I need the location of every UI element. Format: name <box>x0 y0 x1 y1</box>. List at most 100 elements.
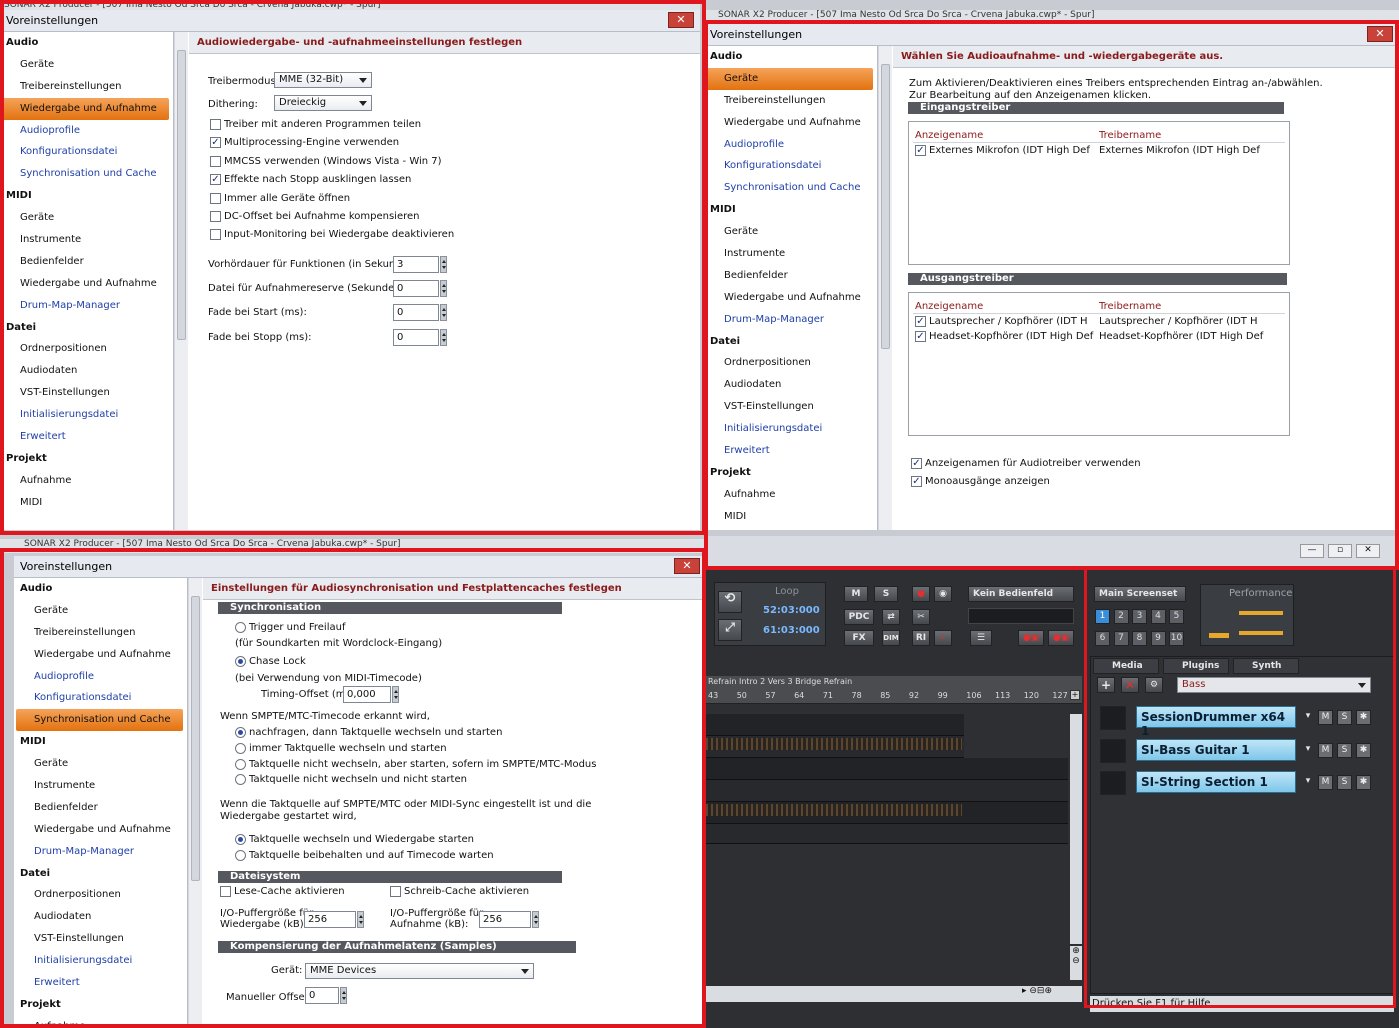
synth-props-icon-0[interactable]: ✱ <box>1356 710 1371 725</box>
field-spinner-0[interactable] <box>440 256 447 273</box>
record-arm-button[interactable]: ● <box>912 586 930 602</box>
close-button[interactable]: ✕ <box>674 558 700 574</box>
field-input-1[interactable]: 0 <box>393 280 439 298</box>
synth-icon-2[interactable] <box>1100 771 1126 795</box>
sidebar-item-0-4[interactable]: Konfigurationsdatei <box>14 687 187 709</box>
manual-offset-spinner[interactable] <box>340 987 347 1004</box>
surface-list-icon[interactable]: ☰ <box>970 630 992 646</box>
input-echo-button[interactable]: ◉ <box>934 586 952 602</box>
sidebar-item-1-1[interactable]: Instrumente <box>14 775 187 797</box>
screenset-key-8[interactable]: 8 <box>1132 631 1147 646</box>
sidebar-item-2-0[interactable]: Ordnerpositionen <box>704 352 877 374</box>
sidebar-item-1-1[interactable]: Instrumente <box>0 229 173 251</box>
sidebar-item-3-1[interactable]: MIDI <box>704 506 877 528</box>
synth-mute-0[interactable]: M <box>1318 710 1333 725</box>
sidebar-item-1-4[interactable]: Drum-Map-Manager <box>14 841 187 863</box>
surface-record-icon[interactable]: ●▣ <box>1048 630 1074 646</box>
minimize-button[interactable]: — <box>1300 544 1324 558</box>
clock-radio-0[interactable] <box>235 834 246 845</box>
surface-lock-icon[interactable]: ●▣ <box>1018 630 1044 646</box>
option-checkbox-3[interactable]: ✓ <box>210 174 221 186</box>
col-display-name[interactable]: Anzeigename <box>915 301 983 312</box>
field-input-2[interactable]: 0 <box>393 304 439 322</box>
sidebar-item-3-0[interactable]: Aufnahme <box>704 484 877 506</box>
io-rec-input[interactable]: 256 <box>479 911 531 928</box>
browser-tab-media[interactable]: Media <box>1093 658 1159 674</box>
timing-offset-input[interactable]: 0,000 <box>343 686 391 703</box>
sidebar-scrollbar[interactable] <box>878 46 892 530</box>
loop-start-time[interactable]: 52:03:000 <box>763 605 820 616</box>
field-input-0[interactable]: 3 <box>393 256 439 273</box>
sidebar-item-0-3[interactable]: Audioprofile <box>0 120 173 142</box>
option-checkbox-4[interactable] <box>210 192 221 204</box>
synth-props-icon[interactable]: ⚙ <box>1145 677 1163 693</box>
loop-end-time[interactable]: 61:03:000 <box>763 625 820 636</box>
track-lane-1[interactable] <box>706 714 964 736</box>
sidebar-item-3-0[interactable]: Aufnahme <box>0 470 173 492</box>
sidebar-item-2-2[interactable]: VST-Einstellungen <box>14 928 187 950</box>
sidebar-item-0-1[interactable]: Treibereinstellungen <box>0 76 173 98</box>
screenset-key-5[interactable]: 5 <box>1169 609 1184 624</box>
snap-button[interactable]: ✂ <box>912 609 930 625</box>
track-hscroll[interactable]: ▸ ⊖⊟⊕ <box>706 986 1082 1002</box>
sidebar-item-1-3[interactable]: Wiedergabe und Aufnahme <box>14 819 187 841</box>
track-lane-4[interactable] <box>706 780 1068 802</box>
synth-name-0[interactable]: SessionDrummer x64 1 <box>1136 706 1296 738</box>
screenset-key-6[interactable]: 6 <box>1095 631 1110 646</box>
close-button[interactable]: ✕ <box>668 12 694 28</box>
smpte-radio-0[interactable] <box>235 727 246 738</box>
add-synth-button[interactable]: + <box>1097 677 1115 693</box>
sidebar-item-1-1[interactable]: Instrumente <box>704 243 877 265</box>
col-driver-name[interactable]: Treibername <box>1099 130 1161 141</box>
close-button[interactable]: ✕ <box>1367 26 1393 42</box>
sidebar-item-0-2[interactable]: Wiedergabe und Aufnahme <box>2 97 169 120</box>
field-spinner-1[interactable] <box>440 280 447 298</box>
maximize-button[interactable]: ▫ <box>1328 544 1352 558</box>
io-rec-spinner[interactable] <box>532 911 539 928</box>
show-mono-outputs-checkbox[interactable]: ✓ <box>911 476 922 487</box>
solo-all-button[interactable]: S <box>874 586 898 602</box>
clock-radio-1[interactable] <box>235 849 246 861</box>
col-driver-name[interactable]: Treibername <box>1099 301 1161 312</box>
driver-display-name-0[interactable]: Lautsprecher / Kopfhörer (IDT H <box>929 316 1088 327</box>
track-lane-6[interactable] <box>706 824 1068 844</box>
sidebar-item-1-0[interactable]: Geräte <box>704 221 877 243</box>
smpte-radio-3[interactable] <box>235 774 246 786</box>
timing-offset-spinner[interactable] <box>392 686 399 703</box>
io-play-input[interactable]: 256 <box>304 911 356 928</box>
control-surface-select[interactable]: Kein Bedienfeld <box>968 586 1074 602</box>
sidebar-item-3-1[interactable]: MIDI <box>0 492 173 514</box>
sidebar-item-0-3[interactable]: Audioprofile <box>704 134 877 156</box>
timeline-ruler[interactable]: Refrain Intro 2 Vers 3 Bridge Refrain 43… <box>706 676 1082 704</box>
sidebar-scrollbar[interactable] <box>188 578 202 1028</box>
write-cache-checkbox[interactable] <box>390 886 401 897</box>
synth-solo-1[interactable]: S <box>1337 742 1352 758</box>
driver-display-name-0[interactable]: Externes Mikrofon (IDT High Def <box>929 145 1090 156</box>
sidebar-item-0-0[interactable]: Geräte <box>14 600 187 622</box>
read-cache-checkbox[interactable] <box>220 886 231 897</box>
dim-button[interactable]: DIM <box>882 630 900 646</box>
sidebar-item-0-1[interactable]: Treibereinstellungen <box>14 622 187 644</box>
driver-checkbox-0[interactable]: ✓ <box>915 316 926 327</box>
option-checkbox-6[interactable] <box>210 229 221 241</box>
smpte-radio-2[interactable] <box>235 758 246 770</box>
sidebar-item-1-2[interactable]: Bedienfelder <box>704 265 877 287</box>
synth-icon-1[interactable] <box>1100 738 1126 763</box>
screenset-key-10[interactable]: 10 <box>1169 631 1184 646</box>
synth-mute-2[interactable]: M <box>1318 775 1333 790</box>
sidebar-item-2-1[interactable]: Audiodaten <box>0 360 173 382</box>
sidebar-item-0-4[interactable]: Konfigurationsdatei <box>0 141 173 163</box>
field-spinner-2[interactable] <box>440 304 447 322</box>
option-checkbox-5[interactable] <box>210 211 221 222</box>
sidebar-item-1-0[interactable]: Geräte <box>14 753 187 775</box>
app-close-button[interactable]: ✕ <box>1356 544 1380 558</box>
driver-mode-select[interactable]: MME (32-Bit) <box>274 72 372 88</box>
output-drivers-list[interactable]: Anzeigename Treibername ✓ Lautsprecher / K… <box>908 292 1290 436</box>
sidebar-item-1-2[interactable]: Bedienfelder <box>14 797 187 819</box>
metronome-button[interactable]: ✓ <box>934 630 952 646</box>
option-checkbox-0[interactable] <box>210 119 221 130</box>
screenset-key-4[interactable]: 4 <box>1150 609 1166 624</box>
track-lane-3[interactable] <box>706 758 1068 780</box>
synth-filter-select[interactable]: Bass <box>1177 677 1371 693</box>
browser-tab-plugins[interactable]: Plugins <box>1163 658 1229 674</box>
